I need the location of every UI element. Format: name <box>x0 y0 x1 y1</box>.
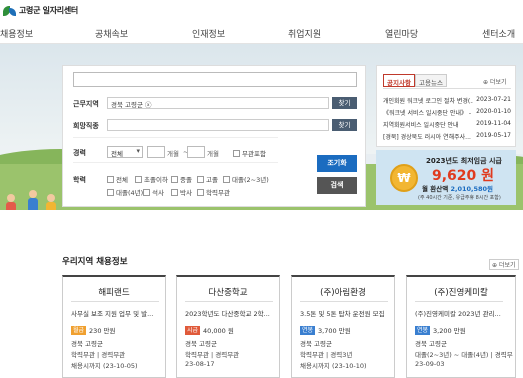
edu-option-doctor[interactable]: 박사 <box>171 187 192 197</box>
remove-region-icon[interactable]: ⓧ <box>145 101 152 108</box>
job-field[interactable] <box>107 119 329 131</box>
edu-option-university[interactable]: 대졸(4년) <box>107 187 143 197</box>
job-requirements: 학력무관 | 경력3년 <box>300 351 353 359</box>
job-label: 희망직종 <box>73 122 99 130</box>
notice-item[interactable]: 개인회원 워크넷 로그인 절차 변경(... 2023-07-21 <box>383 96 511 105</box>
wage-note: (주 40시간 기준, 유급주휴 8시간 포함) <box>418 195 501 201</box>
job-region: 경북 고령군 <box>185 340 217 348</box>
region-field[interactable]: 경북 고령군 ⓧ <box>107 97 329 109</box>
job-wage: 연봉 3,200 만원 <box>415 325 466 335</box>
edu-option-all[interactable]: 전체 <box>107 174 128 184</box>
job-requirements: 대졸(2~3년) ~ 대졸(4년) | 경력무 <box>415 351 513 359</box>
job-wage: 월급 230 만원 <box>71 325 116 335</box>
nav-item-jobs[interactable]: 채용정보 <box>0 27 33 40</box>
job-card[interactable]: (주)진영케미칼 (주)진영케미칼 2023년 관리... 연봉 3,200 만원… <box>406 275 516 378</box>
career-max-input[interactable] <box>187 146 205 158</box>
region-value: 경북 고령군 <box>111 101 143 109</box>
pay-type-badge: 연봉 <box>415 325 431 335</box>
divider <box>185 301 273 302</box>
wage-amount: 9,620 원 <box>432 168 495 184</box>
nav-item-support[interactable]: 취업지원 <box>288 27 321 40</box>
divider <box>300 301 388 302</box>
pay-type-badge: 시급 <box>185 325 201 335</box>
hero-person-illustration <box>28 190 38 210</box>
job-deadline: 채용시까지 (23-10-05) <box>71 362 138 370</box>
job-title: 3.5톤 및 5톤 탑차 운전원 모집 <box>300 310 385 318</box>
edu-option-any[interactable]: 학력무관 <box>197 187 230 197</box>
edu-option-middle[interactable]: 중졸 <box>171 174 192 184</box>
section-title: 우리지역 채용정보 <box>62 257 128 267</box>
notice-item[interactable]: 《워크넷 서비스 일시중단 안내》 - ... 2020-01-10 <box>383 108 511 117</box>
keyword-search-input[interactable] <box>73 72 357 87</box>
divider <box>73 162 278 163</box>
notice-panel: 공지사항 고용뉴스 ⊕ 더보기 개인회원 워크넷 로그인 절차 변경(... 20… <box>376 65 516 147</box>
company-name: 해피랜드 <box>98 288 130 298</box>
notice-item[interactable]: [경북] 경상북도 러시아 연해주사... 2019-05-17 <box>383 132 511 141</box>
nav-item-openings[interactable]: 공채속보 <box>95 27 128 40</box>
job-region: 경북 고령군 <box>300 340 332 348</box>
nav-item-talent[interactable]: 인재정보 <box>192 27 225 40</box>
job-deadline: 23-09-03 <box>415 360 445 368</box>
tab-notice[interactable]: 공지사항 <box>383 74 415 87</box>
notice-more-link[interactable]: ⊕ 더보기 <box>483 77 507 86</box>
job-requirements: 학력무관 | 경력무관 <box>185 351 240 359</box>
job-deadline: 채용시까지 (23-10-10) <box>300 362 367 370</box>
logo-icon <box>3 5 17 16</box>
company-name: 다산중학교 <box>208 288 248 298</box>
hero-person-illustration <box>6 194 16 210</box>
job-card[interactable]: (주)아림환경 3.5톤 및 5톤 탑차 운전원 모집 연봉 3,700 만원 경… <box>291 275 395 378</box>
hero-person-illustration <box>46 194 56 210</box>
job-title: 사무실 보조 지원 업무 및 발... <box>71 310 154 318</box>
search-button[interactable]: 검색 <box>317 177 357 194</box>
plus-icon: ⊕ <box>492 262 499 269</box>
pay-type-badge: 연봉 <box>300 325 316 335</box>
main-nav: 채용정보 공채속보 인재정보 취업지원 열린마당 센터소개 <box>0 24 523 44</box>
region-find-button[interactable]: 찾기 <box>332 97 357 109</box>
no-career-checkbox[interactable]: 무관포함 <box>233 148 266 158</box>
region-label: 근무지역 <box>73 100 99 108</box>
plus-icon: ⊕ <box>483 79 490 86</box>
job-title: (주)진영케미칼 2023년 관리... <box>415 310 501 318</box>
tab-news[interactable]: 고용뉴스 <box>415 74 447 87</box>
edu-option-college[interactable]: 대졸(2~3년) <box>223 174 269 184</box>
job-deadline: 23-08-17 <box>185 360 215 368</box>
edu-option-elementary[interactable]: 초졸이하 <box>135 174 168 184</box>
edu-label: 학력 <box>73 176 86 184</box>
job-region: 경북 고령군 <box>415 340 447 348</box>
job-requirements: 학력무관 | 경력무관 <box>71 351 126 359</box>
edu-option-high[interactable]: 고졸 <box>197 174 218 184</box>
nav-item-board[interactable]: 열린마당 <box>385 27 418 40</box>
won-coin-icon: ₩ <box>390 164 418 192</box>
top-bar: 고령군 일자리센터 <box>0 0 523 24</box>
job-find-button[interactable]: 찾기 <box>332 119 357 131</box>
job-region: 경북 고령군 <box>71 340 103 348</box>
divider <box>383 88 511 89</box>
company-name: (주)진영케미칼 <box>434 288 488 298</box>
minimum-wage-banner[interactable]: ₩ 2023년도 최저임금 시급 9,620 원 월 환산액 2,010,580… <box>376 150 516 205</box>
job-wage: 시급 40,000 원 <box>185 325 234 335</box>
edu-option-master[interactable]: 석사 <box>143 187 164 197</box>
logo-text: 고령군 일자리센터 <box>19 6 78 15</box>
career-min-input[interactable] <box>147 146 165 158</box>
job-card[interactable]: 해피랜드 사무실 보조 지원 업무 및 발... 월급 230 만원 경북 고령군… <box>62 275 166 378</box>
wage-monthly: 월 환산액 2,010,580원 <box>422 185 494 193</box>
job-wage: 연봉 3,700 만원 <box>300 325 351 335</box>
months-label: 개월 <box>207 150 219 158</box>
pay-type-badge: 월급 <box>71 325 87 335</box>
notice-item[interactable]: 지역회원서비스 일시중단 안내 2019-11-04 <box>383 120 511 129</box>
company-name: (주)아림환경 <box>320 288 366 298</box>
divider <box>73 137 278 138</box>
career-select[interactable]: 전체 <box>107 146 143 158</box>
job-title: 2023학년도 다산중학교 2학... <box>185 310 270 318</box>
job-card[interactable]: 다산중학교 2023학년도 다산중학교 2학... 시급 40,000 원 경북 … <box>176 275 280 378</box>
site-logo[interactable]: 고령군 일자리센터 <box>3 5 78 16</box>
divider <box>71 301 159 302</box>
regional-more-link[interactable]: ⊕ 더보기 <box>489 259 519 270</box>
nav-item-about[interactable]: 센터소개 <box>482 27 515 40</box>
career-label: 경력 <box>73 149 86 157</box>
divider <box>415 301 503 302</box>
months-label: 개월 <box>167 150 179 158</box>
reset-button[interactable]: 조기화 <box>317 155 357 172</box>
